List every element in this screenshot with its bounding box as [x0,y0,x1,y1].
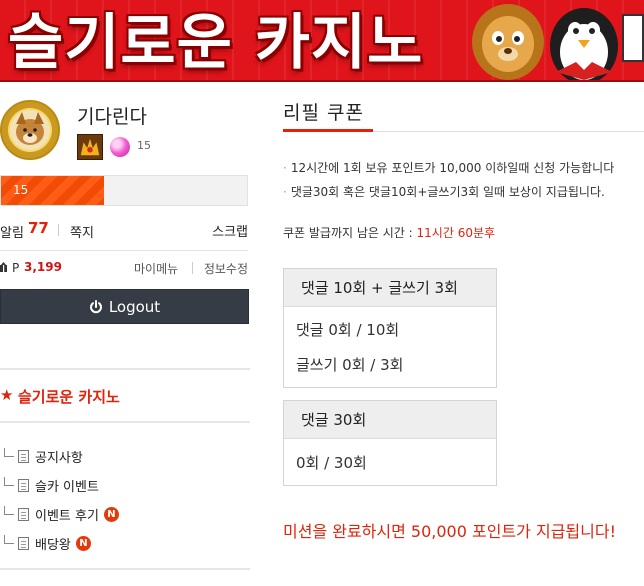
profile-name: 기다린다 [77,106,147,128]
menu-item-label: 배당왕 [35,538,71,553]
new-badge: N [103,507,119,522]
menu-item-event[interactable]: 슬카 이벤트 [4,471,119,500]
banner-title: 슬기로운 카지노 [8,8,424,78]
divider [0,368,250,370]
notice-text: 12시간에 1회 보유 포인트가 10,000 이하일때 신청 가능합니다 [290,161,615,175]
title-accent-bar [283,129,373,132]
points-label: P [12,261,20,275]
penguin-mascot-icon [550,8,618,80]
mission-progress: 댓글 0회 / 10회 [296,321,400,339]
mission-card: 댓글 30회 0회 / 30회 [283,400,497,486]
gift-icon [0,262,7,272]
new-badge: N [75,536,91,551]
board-menu-title[interactable]: 슬기로운 카지노 [18,386,120,407]
tree-branch-icon [4,477,14,486]
notice-line: · 댓글30회 혹은 댓글10회+글쓰기3회 일때 보상이 지급됩니다. [283,183,605,200]
timer-label: 쿠폰 발급까지 남은 시간 : [283,226,417,240]
page-title: 리필 쿠폰 [283,102,364,124]
divider [0,568,250,570]
menu-item-label: 공지사항 [35,451,83,466]
document-icon [18,479,29,492]
gem-icon [110,137,130,157]
menu-item-dividend-king[interactable]: 배당왕 N [4,529,119,558]
menu-item-label: 슬카 이벤트 [35,480,99,495]
account-shortcuts: 알림 77 쪽지 스크랩 [0,216,248,244]
alert-label[interactable]: 알림 [0,222,24,241]
mission-card-header: 댓글 30회 [284,401,496,439]
divider [192,262,193,274]
scrap-link[interactable]: 스크랩 [212,221,248,240]
timer-value: 11시간 60분후 [416,226,496,240]
tree-branch-icon [4,535,14,544]
completion-message: 미션을 완료하시면 50,000 포인트가 지급됩니다! [283,522,616,541]
divider [58,224,59,236]
avatar[interactable] [0,100,60,160]
divider [0,250,248,251]
menu-item-label: 이벤트 후기 [35,509,99,524]
message-link[interactable]: 쪽지 [70,222,94,241]
divider [0,421,250,423]
logout-button[interactable]: Logout [0,289,249,324]
menu-item-event-review[interactable]: 이벤트 후기 N [4,500,119,529]
dog-avatar-icon [10,110,50,150]
board-menu-list: 공지사항 슬카 이벤트 이벤트 후기 N 배당왕 N [4,442,119,558]
notice-text: 댓글30회 혹은 댓글10회+글쓰기3회 일때 보상이 지급됩니다. [290,185,605,199]
logout-label: Logout [108,297,161,316]
experience-progress-bar: 15 [0,175,248,206]
lion-mascot-icon [472,4,544,80]
star-icon: ★ [0,386,14,404]
mission-card-header: 댓글 10회 + 글쓰기 3회 [284,269,496,307]
document-icon [18,508,29,521]
points-row: P 3,199 마이메뉴 정보수정 [0,258,248,280]
header-banner[interactable]: 슬기로운 카지노 [0,0,644,82]
experience-progress-label: 15 [13,183,29,197]
my-menu-link[interactable]: 마이메뉴 [134,260,178,277]
mission-progress: 글쓰기 0회 / 3회 [296,356,404,374]
mission-card: 댓글 10회 + 글쓰기 3회 댓글 0회 / 10회 글쓰기 0회 / 3회 [283,268,497,388]
bullet-icon: · [283,161,287,175]
document-icon [18,537,29,550]
menu-item-notice[interactable]: 공지사항 [4,442,119,471]
level-badge-icon [77,134,103,160]
document-icon [18,450,29,463]
power-icon [89,299,102,313]
notice-line: · 12시간에 1회 보유 포인트가 10,000 이하일때 신청 가능합니다 [283,159,614,176]
banner-decoration [622,14,644,62]
alert-count[interactable]: 77 [28,219,49,237]
coupon-timer: 쿠폰 발급까지 남은 시간 : 11시간 60분후 [283,224,495,241]
level-number: 15 [137,139,151,152]
points-value: 3,199 [24,260,62,274]
mission-progress: 0회 / 30회 [296,454,367,472]
tree-branch-icon [4,448,14,457]
tree-branch-icon [4,506,14,515]
bullet-icon: · [283,185,287,199]
edit-info-link[interactable]: 정보수정 [204,260,248,277]
